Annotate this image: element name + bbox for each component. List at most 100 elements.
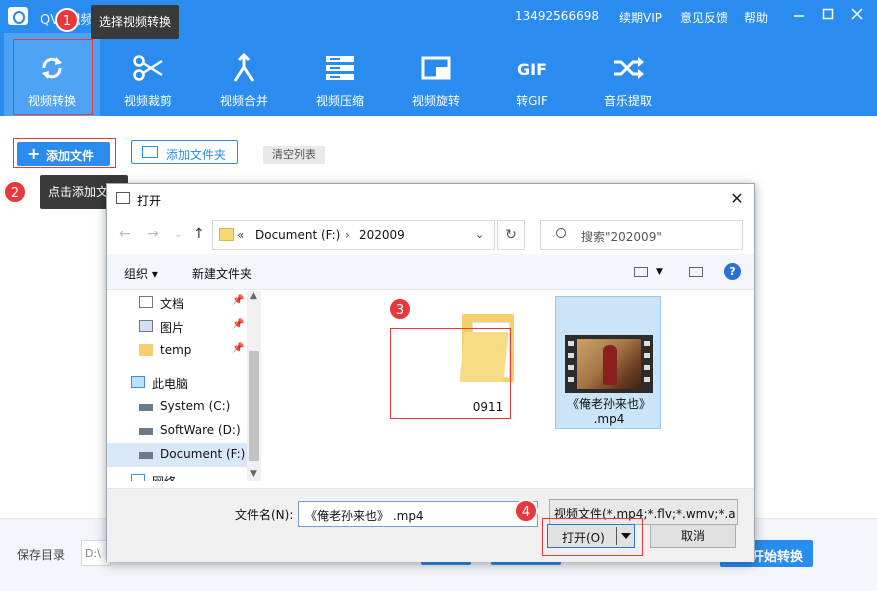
app-logo-icon bbox=[8, 7, 28, 25]
rotate-icon bbox=[421, 56, 451, 80]
tool-label: 视频裁剪 bbox=[123, 94, 172, 108]
organize-menu[interactable]: 组织 ▾ bbox=[124, 265, 158, 282]
merge-icon bbox=[233, 53, 255, 82]
highlight-open-button bbox=[542, 518, 643, 556]
highlight-add-file bbox=[13, 138, 116, 168]
folder-icon bbox=[139, 344, 153, 356]
nav-item-drive-d[interactable]: SoftWare (D:) bbox=[107, 419, 247, 443]
back-arrow-icon[interactable]: ← bbox=[119, 226, 131, 242]
address-dropdown-icon[interactable]: ⌄ bbox=[475, 228, 484, 241]
tooltip-step1: 选择视频转换 bbox=[91, 5, 180, 39]
nav-item-label: Document (F:) bbox=[160, 447, 246, 461]
shuffle-icon bbox=[614, 57, 644, 79]
scroll-down-icon[interactable]: ▼ bbox=[250, 469, 257, 479]
feedback-link[interactable]: 意见反馈 bbox=[680, 9, 728, 26]
tool-video-compress[interactable]: 视频压缩 bbox=[292, 33, 388, 116]
tool-label: 音乐提取 bbox=[603, 94, 652, 108]
add-folder-button[interactable]: 添加文件夹 bbox=[131, 140, 238, 164]
up-arrow-icon[interactable]: ↑ bbox=[193, 226, 205, 242]
folder-icon bbox=[219, 228, 234, 241]
folder-icon bbox=[142, 146, 158, 158]
view-dropdown-icon[interactable]: ▼ bbox=[656, 267, 663, 277]
dialog-nav-row: ← → ⌄ ↑ « Document (F:) › 202009 ⌄ ↻ 搜索"… bbox=[107, 214, 754, 254]
document-icon bbox=[139, 296, 153, 308]
scroll-up-icon[interactable]: ▲ bbox=[250, 291, 257, 301]
tool-label: 视频合并 bbox=[219, 94, 268, 108]
compress-icon bbox=[326, 56, 354, 80]
address-bar[interactable]: « Document (F:) › 202009 ⌄ bbox=[212, 220, 495, 250]
highlight-video-file bbox=[390, 328, 511, 419]
nav-item-label: temp bbox=[160, 343, 192, 357]
tool-video-merge[interactable]: 视频合并 bbox=[196, 33, 292, 116]
filename-input[interactable]: 《俺老孙来也》 .mp4 bbox=[298, 501, 538, 527]
pin-icon[interactable]: 📌 bbox=[232, 319, 244, 330]
close-icon[interactable] bbox=[846, 6, 868, 28]
refresh-icon[interactable]: ↻ bbox=[497, 220, 525, 250]
file-name-line2: .mp4 bbox=[593, 412, 625, 426]
nav-item-network[interactable]: 网络 bbox=[107, 469, 247, 481]
tool-label: 视频压缩 bbox=[315, 94, 364, 108]
breadcrumb-folder[interactable]: 202009 bbox=[359, 228, 405, 242]
tool-video-cut[interactable]: 视频裁剪 bbox=[100, 33, 196, 116]
search-placeholder: 搜索"202009" bbox=[581, 230, 662, 244]
step-badge-1: 1 bbox=[55, 8, 79, 32]
video-thumbnail bbox=[565, 335, 653, 393]
help-icon[interactable]: ? bbox=[724, 263, 741, 280]
maximize-icon[interactable] bbox=[817, 6, 839, 28]
forward-arrow-icon[interactable]: → bbox=[147, 226, 159, 242]
dialog-command-bar: 组织 ▾ 新建文件夹 ▼ ? bbox=[107, 254, 754, 290]
search-box[interactable]: 搜索"202009" bbox=[540, 220, 743, 250]
nav-item-label: 网络 bbox=[152, 473, 176, 481]
nav-item-this-pc[interactable]: 此电脑 bbox=[107, 371, 247, 395]
file-item-video[interactable]: 《俺老孙来也》 .mp4 bbox=[555, 296, 661, 429]
navigation-pane: 文档 📌 图片 📌 temp 📌 此电脑 System (C:) SoftWar… bbox=[107, 291, 262, 481]
nav-item-drive-f[interactable]: Document (F:) bbox=[107, 443, 247, 467]
dialog-title-bar: 打开 ✕ bbox=[107, 184, 754, 214]
nav-item-pictures[interactable]: 图片 📌 bbox=[107, 315, 247, 339]
breadcrumb-drive[interactable]: Document (F:) bbox=[255, 228, 340, 242]
help-link[interactable]: 帮助 bbox=[744, 9, 768, 26]
dialog-title: 打开 bbox=[137, 194, 162, 208]
tool-label: 转GIF bbox=[516, 94, 548, 108]
drive-icon bbox=[139, 452, 153, 459]
add-folder-label: 添加文件夹 bbox=[166, 148, 227, 162]
computer-icon bbox=[131, 376, 145, 388]
svg-text:GIF: GIF bbox=[517, 60, 547, 79]
nav-item-label: 此电脑 bbox=[152, 377, 189, 391]
tool-to-gif[interactable]: GIF 转GIF bbox=[484, 33, 580, 116]
clear-list-button[interactable]: 清空列表 bbox=[263, 146, 325, 164]
drive-icon bbox=[139, 404, 153, 411]
view-mode-icon[interactable] bbox=[634, 267, 648, 277]
network-icon bbox=[131, 474, 145, 481]
tool-video-rotate[interactable]: 视频旋转 bbox=[388, 33, 484, 116]
minimize-icon[interactable] bbox=[788, 6, 810, 28]
tool-label: 视频旋转 bbox=[411, 94, 460, 108]
recent-chevron-icon[interactable]: ⌄ bbox=[174, 229, 182, 240]
tool-music-extract[interactable]: 音乐提取 bbox=[580, 33, 676, 116]
filename-label: 文件名(N): bbox=[235, 508, 294, 522]
preview-pane-icon[interactable] bbox=[689, 267, 703, 277]
nav-item-documents[interactable]: 文档 📌 bbox=[107, 291, 247, 315]
nav-item-temp[interactable]: temp 📌 bbox=[107, 339, 247, 363]
nav-item-drive-c[interactable]: System (C:) bbox=[107, 395, 247, 419]
phone-number: 13492566698 bbox=[515, 9, 599, 23]
save-dir-label: 保存目录 bbox=[17, 548, 66, 562]
picture-icon bbox=[139, 320, 153, 332]
nav-item-label: SoftWare (D:) bbox=[160, 423, 241, 437]
nav-scrollbar[interactable]: ▲ ▼ bbox=[247, 291, 261, 481]
step-badge-2: 2 bbox=[3, 180, 27, 204]
nav-item-label: 图片 bbox=[160, 321, 185, 335]
highlight-video-convert bbox=[13, 39, 93, 115]
pin-icon[interactable]: 📌 bbox=[232, 343, 244, 354]
cancel-button[interactable]: 取消 bbox=[650, 524, 736, 548]
gif-icon: GIF bbox=[517, 60, 547, 79]
breadcrumb-overflow[interactable]: « bbox=[237, 228, 244, 242]
dialog-close-icon[interactable]: ✕ bbox=[726, 188, 748, 210]
new-folder-button[interactable]: 新建文件夹 bbox=[192, 265, 252, 282]
dialog-app-icon bbox=[116, 192, 130, 204]
drive-icon bbox=[139, 428, 153, 435]
pin-icon[interactable]: 📌 bbox=[232, 295, 244, 306]
vip-link[interactable]: 续期VIP bbox=[619, 9, 662, 26]
step-badge-4: 4 bbox=[514, 499, 538, 523]
scroll-thumb[interactable] bbox=[249, 351, 259, 461]
